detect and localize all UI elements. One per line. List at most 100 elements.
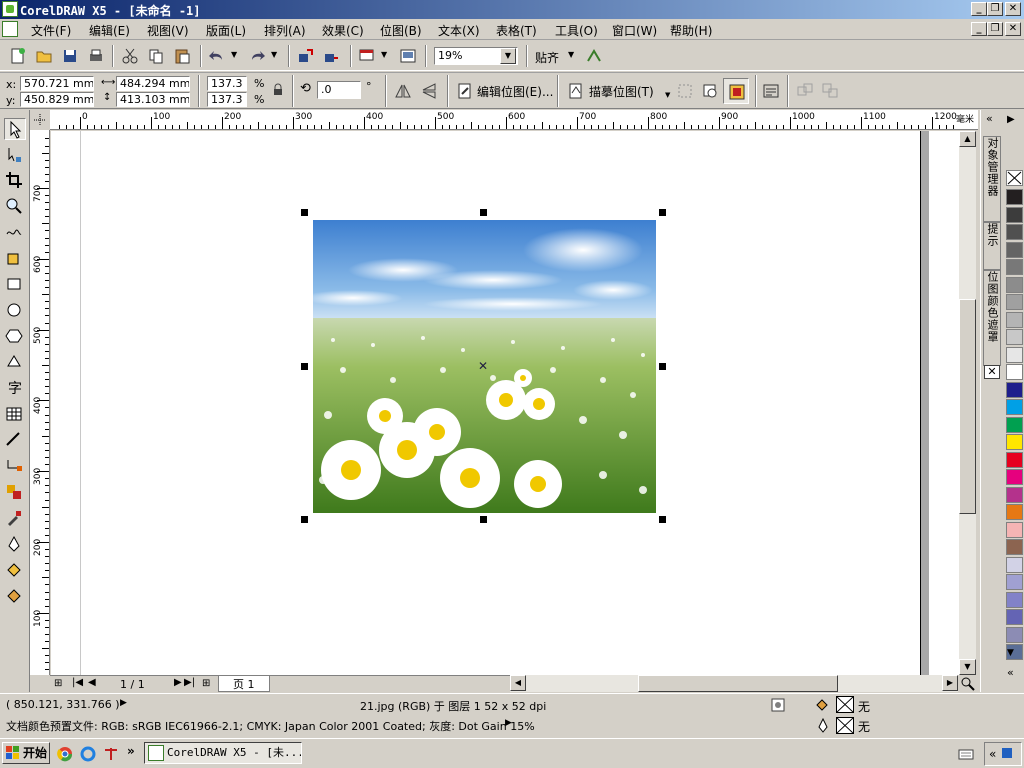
previous-page-icon[interactable]: ◀ bbox=[88, 677, 96, 688]
text-tool[interactable]: 字 bbox=[4, 378, 26, 400]
color-swatch[interactable] bbox=[1006, 504, 1023, 520]
application-launcher-icon[interactable] bbox=[357, 46, 377, 66]
handle-bottom-right[interactable] bbox=[659, 516, 666, 523]
undo-dropdown-icon[interactable]: ▼ bbox=[231, 50, 237, 59]
color-swatch[interactable] bbox=[1006, 591, 1023, 608]
palette-expand-icon[interactable]: « bbox=[1007, 666, 1014, 679]
snap-to-label[interactable]: 贴齐 bbox=[535, 49, 559, 66]
scale-width-field[interactable]: 137.3 bbox=[207, 76, 247, 91]
pick-tool[interactable] bbox=[4, 118, 26, 140]
last-page-icon[interactable]: ▶| bbox=[184, 677, 195, 688]
color-swatch[interactable] bbox=[1006, 609, 1023, 625]
zoom-tool[interactable] bbox=[4, 196, 26, 218]
rotation-angle-field[interactable]: .0 bbox=[317, 81, 361, 99]
bitmap-color-mask-toggle[interactable] bbox=[723, 78, 749, 104]
hints-tab[interactable]: 提示 bbox=[983, 222, 1001, 270]
color-swatch[interactable] bbox=[1006, 539, 1023, 555]
import-icon[interactable] bbox=[296, 46, 316, 66]
handle-bottom-middle[interactable] bbox=[480, 516, 487, 523]
quick-launch-expand-icon[interactable]: » bbox=[127, 744, 135, 758]
color-swatch[interactable] bbox=[1006, 311, 1023, 328]
x-position-field[interactable]: 570.721 mm bbox=[20, 76, 94, 91]
color-swatch[interactable] bbox=[1006, 206, 1023, 223]
menu-bitmaps[interactable]: 位图(B) bbox=[380, 22, 422, 39]
handle-middle-left[interactable] bbox=[301, 363, 308, 370]
polygon-tool[interactable] bbox=[4, 326, 26, 348]
menu-layout[interactable]: 版面(L) bbox=[206, 22, 246, 39]
zoom-dropdown-icon[interactable]: ▼ bbox=[500, 48, 516, 64]
vertical-ruler[interactable]: 700 600 500 400 300 200 100 bbox=[30, 130, 50, 675]
undo-icon[interactable] bbox=[207, 46, 227, 66]
color-swatch[interactable] bbox=[1006, 626, 1023, 643]
mirror-vertical-icon[interactable] bbox=[419, 81, 439, 101]
color-swatch[interactable] bbox=[1006, 574, 1023, 590]
close-docker-button[interactable]: ✕ bbox=[984, 365, 1000, 379]
start-button[interactable]: 开始 bbox=[2, 742, 50, 764]
menu-arrange[interactable]: 排列(A) bbox=[264, 22, 306, 39]
chrome-icon[interactable] bbox=[57, 746, 73, 762]
snap-dropdown-icon[interactable]: ▼ bbox=[568, 50, 574, 59]
fill-tool[interactable] bbox=[4, 560, 26, 582]
to-front-icon[interactable] bbox=[795, 81, 815, 101]
color-swatch[interactable] bbox=[1006, 556, 1023, 573]
eyedropper-tool[interactable] bbox=[4, 508, 26, 530]
open-folder-icon[interactable] bbox=[34, 46, 54, 66]
smart-fill-tool[interactable] bbox=[4, 248, 26, 270]
new-document-icon[interactable] bbox=[8, 46, 28, 66]
color-swatch[interactable] bbox=[1006, 276, 1023, 293]
handle-bottom-left[interactable] bbox=[301, 516, 308, 523]
menu-help[interactable]: 帮助(H) bbox=[670, 22, 712, 39]
outline-swatch[interactable] bbox=[836, 717, 854, 734]
color-swatch[interactable] bbox=[1006, 346, 1023, 363]
interactive-fill-tool[interactable] bbox=[4, 586, 26, 608]
ruler-origin[interactable] bbox=[30, 110, 50, 130]
edit-bitmap-icon[interactable] bbox=[455, 81, 475, 101]
coreldraw-app-icon[interactable] bbox=[2, 1, 18, 17]
scroll-right-icon[interactable]: ▶ bbox=[942, 675, 958, 691]
print-icon[interactable] bbox=[86, 46, 106, 66]
color-swatch[interactable] bbox=[1006, 381, 1023, 398]
docker-collapse-icon[interactable]: « bbox=[986, 112, 993, 125]
color-swatch[interactable] bbox=[1006, 469, 1023, 485]
trace-dropdown-icon[interactable]: ▼ bbox=[665, 91, 670, 99]
color-proof-icon[interactable] bbox=[770, 697, 786, 713]
basic-shapes-tool[interactable] bbox=[4, 352, 26, 374]
horizontal-ruler[interactable]: 0 100 200 300 400 500 600 700 800 900 1000 1100 1200 bbox=[50, 110, 978, 130]
menu-tools[interactable]: 工具(O) bbox=[555, 22, 598, 39]
color-swatch[interactable] bbox=[1006, 364, 1023, 380]
scale-height-field[interactable]: 137.3 bbox=[207, 92, 247, 107]
system-tray[interactable]: « bbox=[984, 742, 1022, 766]
doc-restore-button[interactable]: ❐ bbox=[987, 22, 1003, 36]
page-tab[interactable]: 页 1 bbox=[218, 676, 270, 692]
blend-tool[interactable] bbox=[4, 482, 26, 504]
internet-explorer-icon[interactable] bbox=[80, 746, 96, 762]
doc-minimize-button[interactable]: _ bbox=[971, 22, 987, 36]
scroll-up-icon[interactable]: ▲ bbox=[959, 131, 976, 147]
menu-edit[interactable]: 编辑(E) bbox=[89, 22, 130, 39]
to-back-icon[interactable] bbox=[820, 81, 840, 101]
rotation-center-icon[interactable]: ✕ bbox=[478, 359, 488, 373]
table-tool[interactable] bbox=[4, 404, 26, 426]
crop-tool[interactable] bbox=[4, 170, 26, 192]
minimize-button[interactable]: _ bbox=[971, 2, 987, 16]
add-page-after-icon[interactable]: ⊞ bbox=[202, 678, 210, 689]
trace-bitmap-button[interactable]: 描摹位图(T) bbox=[589, 83, 654, 100]
paste-icon[interactable] bbox=[172, 46, 192, 66]
vertical-scroll-thumb[interactable] bbox=[959, 299, 976, 514]
color-swatch[interactable] bbox=[1006, 294, 1023, 310]
outline-tool[interactable] bbox=[4, 534, 26, 556]
scroll-left-icon[interactable]: ◀ bbox=[510, 675, 526, 691]
color-swatch[interactable] bbox=[1006, 521, 1023, 538]
lock-ratio-icon[interactable] bbox=[271, 83, 285, 97]
edit-bitmap-button[interactable]: 编辑位图(E)... bbox=[477, 83, 553, 100]
height-field[interactable]: 413.103 mm bbox=[116, 92, 190, 107]
dimension-tool[interactable] bbox=[4, 430, 26, 452]
connector-tool[interactable] bbox=[4, 456, 26, 478]
y-position-field[interactable]: 450.829 mm bbox=[20, 92, 94, 107]
horizontal-scroll-thumb[interactable] bbox=[638, 675, 838, 692]
welcome-screen-icon[interactable] bbox=[398, 46, 418, 66]
handle-top-left[interactable] bbox=[301, 209, 308, 216]
menu-file[interactable]: 文件(F) bbox=[31, 22, 71, 39]
cut-icon[interactable] bbox=[120, 46, 140, 66]
redo-icon[interactable] bbox=[247, 46, 267, 66]
